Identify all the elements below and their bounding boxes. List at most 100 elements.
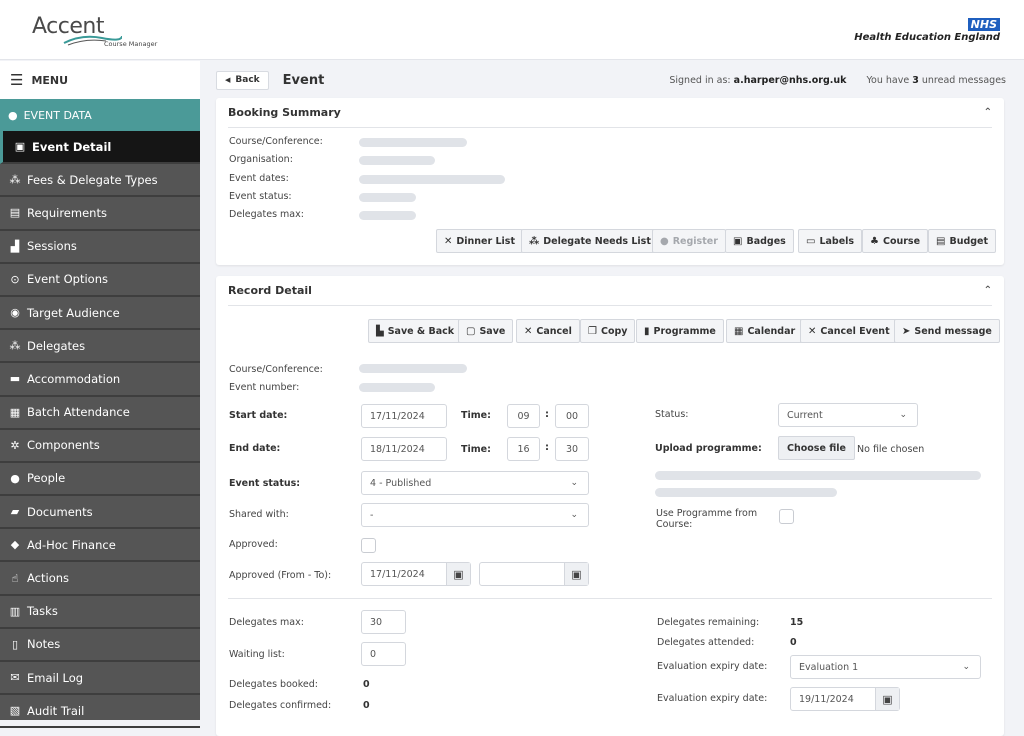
sitemap-icon: ⁂ [529,235,540,247]
course-icon: ♣ [870,235,879,247]
start-hour-input[interactable]: 09 [507,404,540,428]
record-detail-header[interactable]: Record Detail ⌃ [228,276,992,306]
status-select[interactable]: Current ⌄ [778,403,918,427]
section-event-data[interactable]: ● EVENT DATA [0,99,200,131]
end-date-label: End date: [229,443,281,454]
sidebar-item-actions[interactable]: ☝ Actions [0,562,200,596]
calendar-icon[interactable]: ▣ [446,563,470,585]
event-status-label: Event status: [229,478,301,489]
end-minute-input[interactable]: 30 [555,437,589,461]
org-name: Health Education England [854,32,1000,43]
use-programme-checkbox[interactable] [779,509,794,524]
sidebar-item-email-log[interactable]: ✉ Email Log [0,662,200,696]
button-label: Course [882,235,921,247]
sidebar-item-label: Notes [27,637,61,652]
course-label: Course/Conference: [229,364,323,375]
skeleton-event-status [359,193,416,202]
sidebar-item-fees-delegate-types[interactable]: ⁂ Fees & Delegate Types [0,164,200,198]
skeleton-event-dates [359,175,505,184]
sidebar-item-people[interactable]: ● People [0,463,200,497]
status-label: Status: [655,409,689,420]
signed-in-user[interactable]: a.harper@nhs.org.uk [734,75,847,86]
sidebar-item-components[interactable]: ✲ Components [0,430,200,463]
end-hour-input[interactable]: 16 [507,437,540,461]
calendar-icon[interactable]: ▣ [564,563,588,585]
send-message-button[interactable]: ➤ Send message [894,319,1000,343]
sidebar-item-event-detail[interactable]: ▣ Event Detail [0,131,200,165]
dinner-list-button[interactable]: ✕ Dinner List [436,229,524,253]
sidebar-item-documents[interactable]: ▰ Documents [0,496,200,530]
sidebar-item-audit-trail[interactable]: ▧ Audit Trail [0,695,200,729]
delegate-needs-list-button[interactable]: ⁂ Delegate Needs List [521,229,659,253]
calendar-icon[interactable]: ▣ [875,688,899,710]
back-button[interactable]: ◀ Back [216,70,269,90]
cancel-event-button[interactable]: ✕ Cancel Event [800,319,898,343]
sidebar-item-notes[interactable]: ▯ Notes [0,629,200,662]
waiting-list-label: Waiting list: [229,649,285,660]
shared-with-label: Shared with: [229,509,289,520]
event-status-select[interactable]: 4 - Published ⌄ [361,471,589,495]
sidebar-item-ad-hoc-finance[interactable]: ◆ Ad-Hoc Finance [0,529,200,563]
sidebar-item-delegates[interactable]: ⁂ Delegates [0,330,200,364]
evaluation-date-input[interactable]: 19/11/2024 ▣ [790,687,900,711]
chevron-down-icon: ⌄ [899,410,907,420]
skeleton-delegates-max [359,211,416,220]
end-date-input[interactable]: 18/11/2024 [361,437,447,461]
save-button[interactable]: ▢ Save [458,319,514,343]
copy-button[interactable]: ❐ Copy [580,319,636,343]
folder-open-icon: ▰ [10,505,20,519]
delegates-max-input[interactable]: 30 [361,610,406,634]
section-label: EVENT DATA [23,108,92,122]
sidebar-item-accommodation[interactable]: ▬ Accommodation [0,363,200,397]
sidebar-item-label: Actions [27,571,70,586]
sidebar-item-label: Event Options [27,272,108,287]
top-bar: Accent Course Manager NHS Health Educati… [0,0,1024,60]
sidebar-item-tasks[interactable]: ▥ Tasks [0,596,200,629]
shared-with-select[interactable]: - ⌄ [361,503,589,527]
approved-to-input[interactable]: ▣ [479,562,589,586]
button-label: Save & Back [387,325,455,337]
cancel-button[interactable]: ✕ Cancel [516,319,580,343]
label-icon: ▭ [806,235,816,247]
waiting-list-input[interactable]: 0 [361,642,406,666]
approved-from-input[interactable]: 17/11/2024 ▣ [361,562,471,586]
sidebar-item-target-audience[interactable]: ◉ Target Audience [0,297,200,331]
clipboard-check-icon: ▥ [9,604,21,618]
sidebar-item-batch-attendance[interactable]: ▦ Batch Attendance [0,397,200,430]
approved-checkbox[interactable] [361,538,376,553]
programme-button[interactable]: ▮ Programme [636,319,724,343]
sidebar-item-event-options[interactable]: ⊙ Event Options [0,264,200,297]
unread-messages[interactable]: You have 3 unread messages [866,75,1006,86]
record-detail-title: Record Detail [228,284,312,297]
users-icon: ● [10,471,20,485]
sidebar-item-requirements[interactable]: ▤ Requirements [0,197,200,231]
booking-summary-header[interactable]: Booking Summary ⌃ [228,98,992,128]
sidebar: ☰ MENU ● EVENT DATA ▣ Event Detail ⁂ Fees &… [0,61,200,729]
register-button[interactable]: ● Register [652,229,726,253]
start-minute-input[interactable]: 00 [555,404,589,428]
choose-file-button[interactable]: Choose file [778,436,855,460]
start-date-input[interactable]: 17/11/2024 [361,404,447,428]
labels-button[interactable]: ▭ Labels [798,229,863,253]
save-back-button[interactable]: ▙ Save & Back [368,319,463,343]
booking-summary-title: Booking Summary [228,106,341,119]
calendar-button[interactable]: ▦ Calendar [726,319,804,343]
stairs-icon: ▟ [10,239,20,253]
chevron-up-icon[interactable]: ⌃ [984,285,992,296]
budget-button[interactable]: ▤ Budget [928,229,997,253]
note-icon: ▯ [11,637,19,651]
course-button[interactable]: ♣ Course [862,229,929,253]
badges-button[interactable]: ▣ Badges [725,229,794,253]
calendar-edit-icon: ▣ [14,140,26,154]
sidebar-item-sessions[interactable]: ▟ Sessions [0,231,200,264]
summary-field-label: Event dates: [229,172,289,184]
sidebar-item-label: Fees & Delegate Types [27,172,158,187]
menu-toggle[interactable]: ☰ MENU [0,61,200,99]
accent-logo[interactable]: Accent Course Manager [32,14,157,48]
page-header: ◀ Back Event Signed in as: a.harper@nhs.… [216,70,1006,90]
button-label: Delegate Needs List [543,235,651,247]
no-file-chosen: No file chosen [857,444,925,455]
booking-summary-card: Booking Summary ⌃ Course/Conference: Orga… [216,98,1004,265]
evaluation-select[interactable]: Evaluation 1 ⌄ [790,655,981,679]
chevron-up-icon[interactable]: ⌃ [984,107,992,118]
